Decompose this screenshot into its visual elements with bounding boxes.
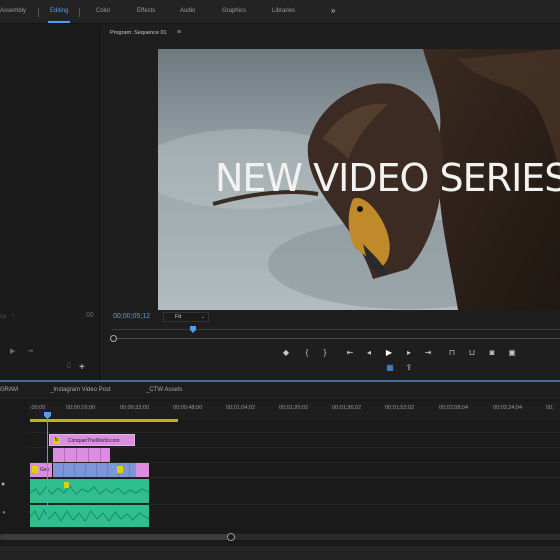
export-frame-icon[interactable]: ▯ — [67, 361, 71, 369]
fx-badge-icon: fx — [53, 437, 60, 444]
panel-menu-icon[interactable]: ≡ — [177, 29, 181, 36]
extract-icon[interactable]: ⊔ — [466, 347, 478, 359]
ruler-tick-label: 00;01;20;02 — [279, 405, 309, 411]
zoom-scroll-handle[interactable] — [110, 335, 117, 342]
add-marker-icon[interactable]: ◆ — [280, 347, 292, 359]
zoom-level-value: Fit — [175, 314, 182, 320]
play-stop-icon[interactable]: ▶ — [383, 347, 395, 359]
zoom-scroll-bar[interactable] — [112, 338, 560, 339]
playhead-timecode[interactable]: 00;00;05;12 — [113, 313, 150, 320]
tab-program-sequence[interactable]: GRAM — [0, 387, 18, 393]
workspace-bar: Assembly Editing Color Effects Audio Gra… — [0, 0, 560, 24]
video-clip[interactable] — [136, 463, 149, 477]
timecode-icon[interactable]: 00 — [86, 312, 94, 319]
step-back-icon[interactable]: ◂ — [363, 347, 375, 359]
zoom-level-select[interactable]: Fit ⌄ — [163, 312, 209, 322]
workspace-tab-audio[interactable]: Audio — [180, 8, 195, 14]
tab-instagram-video-post[interactable]: _Instagram Video Post — [50, 387, 111, 393]
export-frame-icon[interactable]: ◙ — [486, 347, 498, 359]
ruler-tick-label: :00;00 — [30, 405, 46, 411]
export-icon[interactable]: ⇪ — [403, 362, 415, 374]
track-divider — [28, 432, 560, 433]
status-bar — [0, 546, 560, 560]
workspace-tab-color[interactable]: Color — [96, 8, 110, 14]
ruler-tick-label: 00;00;32;00 — [120, 405, 150, 411]
mark-out-icon[interactable]: } — [319, 347, 331, 359]
add-button-icon[interactable]: + — [79, 362, 85, 373]
program-video-frame[interactable]: NEW VIDEO SERIES — [158, 49, 560, 310]
settings-icon[interactable]: ◦ — [12, 312, 14, 319]
workspace-tab-editing[interactable]: Editing — [50, 8, 68, 14]
track-toggle-icon[interactable]: ● — [2, 510, 6, 516]
program-monitor-title[interactable]: Program: Sequence 01 — [110, 30, 167, 36]
timeline-tab-bar: GRAM _Instagram Video Post _CTW Assets — [0, 380, 560, 399]
comparison-view-icon[interactable]: ▣ — [506, 347, 518, 359]
graphic-clip-group[interactable] — [53, 448, 110, 462]
video-clip-group[interactable] — [53, 463, 136, 477]
workspace-tab-graphics[interactable]: Graphics — [222, 8, 246, 14]
timeline-playhead-line[interactable] — [47, 412, 48, 527]
workspace-tab-effects[interactable]: Effects — [137, 8, 155, 14]
lift-icon[interactable]: ⊓ — [446, 347, 458, 359]
microphone-icon[interactable]: ● — [1, 481, 5, 488]
clip-name: Gen — [40, 467, 50, 473]
monitor-time-ruler[interactable] — [112, 329, 560, 330]
ruler-tick-label: 00;01;52;02 — [385, 405, 415, 411]
fx-badge-icon — [117, 466, 123, 473]
title-overlay: NEW VIDEO SERIES — [215, 156, 560, 200]
go-to-out-icon[interactable]: ⇥ — [422, 347, 434, 359]
video-clip[interactable]: Gen — [30, 463, 52, 477]
tab-ctw-assets[interactable]: _CTW Assets — [146, 387, 182, 393]
safe-margin-icon[interactable]: ▭ — [0, 312, 7, 320]
step-forward-icon[interactable]: ▸ — [403, 347, 415, 359]
ruler-tick-label: 00;00;16;00 — [66, 405, 96, 411]
clip-name: ConquerTheWorld.com — [68, 438, 120, 444]
scrollbar-zoom-handle[interactable] — [227, 533, 235, 541]
scrollbar-thumb[interactable] — [0, 534, 230, 540]
title-graphic-clip[interactable]: fx ConquerTheWorld.com — [49, 434, 135, 446]
workspace-tab-assembly[interactable]: Assembly — [0, 8, 26, 14]
ruler-tick-label: 00; — [546, 405, 554, 411]
workspace-divider — [38, 8, 39, 17]
ruler-tick-label: 00;01;04;02 — [226, 405, 256, 411]
workspace-overflow-icon[interactable]: » — [331, 6, 335, 15]
active-workspace-indicator — [48, 21, 70, 23]
workspace-tab-libraries[interactable]: Libraries — [272, 8, 295, 14]
go-to-in-icon[interactable]: ⇤ — [344, 347, 356, 359]
mark-in-icon[interactable]: { — [301, 347, 313, 359]
ruler-tick-label: 00;01;36;02 — [332, 405, 362, 411]
chevron-down-icon: ⌄ — [200, 314, 205, 320]
ruler-tick-label: 00;02;24;04 — [493, 405, 523, 411]
safe-margins-icon[interactable]: ▦ — [384, 362, 396, 374]
ruler-tick-label: 00;02;08;04 — [439, 405, 469, 411]
work-area-bar[interactable] — [30, 419, 178, 422]
play-icon[interactable]: ▶ — [10, 347, 15, 355]
fx-badge-icon — [32, 466, 38, 473]
source-monitor-panel: ▭ ◦ 00 ▶ ⇥ ▯ + — [0, 25, 100, 380]
step-forward-icon[interactable]: ⇥ — [27, 347, 33, 355]
track-divider — [28, 477, 560, 478]
ruler-tick-label: 00;00;48;00 — [173, 405, 203, 411]
workspace-divider — [79, 8, 80, 17]
